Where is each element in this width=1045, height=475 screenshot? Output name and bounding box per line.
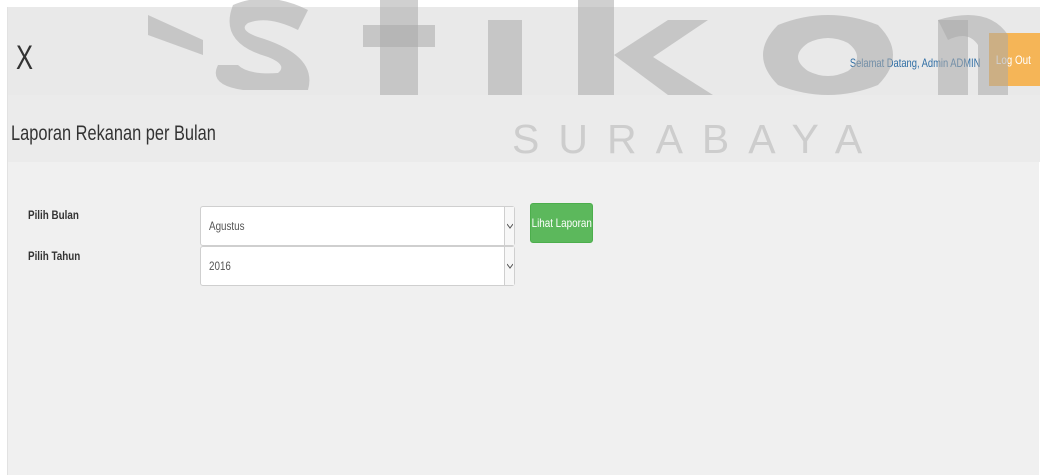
logout-button[interactable]: Log Out <box>989 33 1040 86</box>
logout-label: Log Out <box>995 52 1032 67</box>
month-select-value: Agustus <box>209 219 245 233</box>
view-report-button[interactable]: Lihat Laporan <box>530 203 593 243</box>
page-title: Laporan Rekanan per Bulan <box>11 122 216 145</box>
page-frame: X Selamat Datang, Admin ADMIN Log Out La… <box>7 0 1040 475</box>
welcome-text: Selamat Datang, Admin ADMIN <box>849 56 980 70</box>
year-select-value: 2016 <box>209 259 231 273</box>
month-label: Pilih Bulan <box>28 208 79 222</box>
month-select-arrow[interactable] <box>504 207 514 245</box>
top-header: X Selamat Datang, Admin ADMIN Log Out <box>8 7 1040 95</box>
year-label: Pilih Tahun <box>28 249 81 263</box>
title-bar: Laporan Rekanan per Bulan SURABAYA <box>8 95 1040 162</box>
close-button[interactable]: X <box>16 41 33 75</box>
year-select[interactable]: 2016 <box>200 246 515 286</box>
view-report-label: Lihat Laporan <box>531 216 592 230</box>
chevron-down-icon <box>507 223 513 229</box>
watermark-surabaya: SURABAYA <box>512 116 882 162</box>
month-select[interactable]: Agustus <box>200 206 515 246</box>
chevron-down-icon <box>507 263 513 269</box>
year-select-arrow[interactable] <box>504 247 514 285</box>
